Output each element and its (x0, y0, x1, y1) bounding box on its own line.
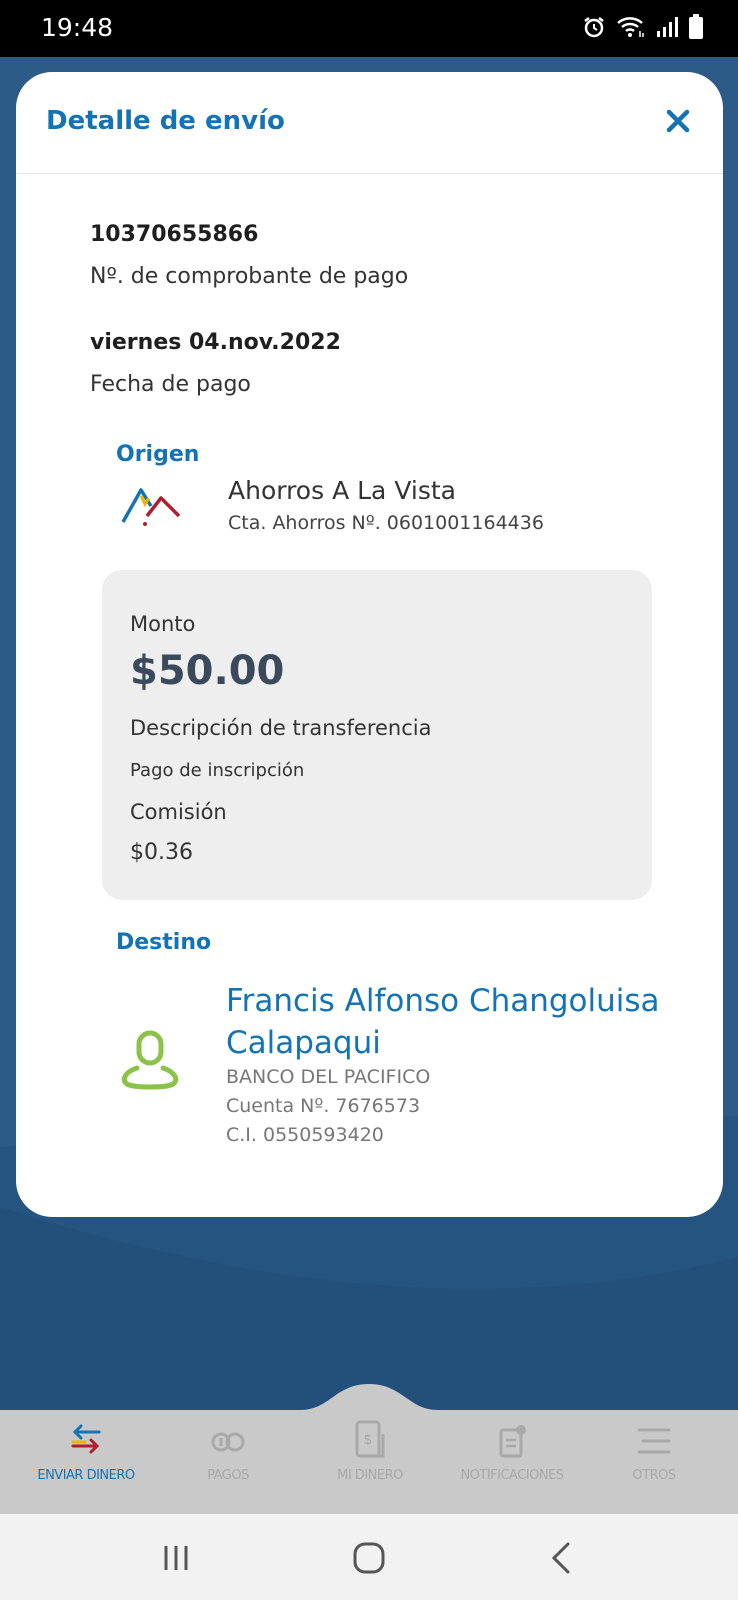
payments-icon (211, 1432, 245, 1452)
status-bar: 19:48 (0, 0, 738, 57)
phone-money-icon: $ (355, 1420, 385, 1458)
menu-icon (637, 1428, 671, 1454)
system-nav-bar (0, 1514, 738, 1600)
user-avatar-icon (119, 1030, 181, 1092)
origin-account-name: Ahorros A La Vista (228, 476, 456, 505)
amount-label: Monto (130, 612, 196, 636)
svg-text:$: $ (364, 1432, 373, 1448)
shipment-detail-modal: Detalle de envío 10370655866 Nº. de comp… (16, 72, 723, 1217)
status-icons (582, 14, 704, 44)
destination-name: Francis Alfonso Changoluisa Calapaqui (226, 983, 660, 1061)
payment-date-label: Fecha de pago (90, 372, 251, 397)
signal-icon (656, 15, 678, 43)
destination-title: Destino (116, 930, 212, 955)
nav-label: MI DINERO (337, 1468, 403, 1483)
nav-label: OTROS (632, 1468, 676, 1483)
description-label: Descripción de transferencia (130, 716, 432, 740)
origin-account-number: Cta. Ahorros Nº. 0601001164436 (228, 512, 544, 534)
nav-payments[interactable]: PAGOS (158, 1420, 298, 1500)
nav-label: PAGOS (207, 1468, 249, 1483)
destination-account: Cuenta Nº. 7676573 (226, 1095, 421, 1117)
payment-date: viernes 04.nov.2022 (90, 330, 341, 355)
origin-title: Origen (116, 442, 200, 467)
nav-label: NOTIFICACIONES (460, 1468, 564, 1483)
notifications-icon (499, 1425, 526, 1458)
nav-my-money[interactable]: $ MI DINERO (300, 1420, 440, 1500)
bank-logo-icon (119, 482, 183, 530)
amount-box: Monto $50.00 Descripción de transferenci… (102, 570, 652, 900)
description-value: Pago de inscripción (130, 760, 305, 781)
nav-notifications[interactable]: NOTIFICACIONES (442, 1420, 582, 1500)
nav-label: ENVIAR DINERO (37, 1468, 135, 1483)
transfer-arrows-icon (71, 1424, 101, 1454)
voucher-label: Nº. de comprobante de pago (90, 264, 409, 289)
modal-title: Detalle de envío (46, 106, 285, 136)
alarm-icon (582, 15, 606, 43)
back-icon[interactable] (540, 1536, 584, 1580)
destination-bank: BANCO DEL PACIFICO (226, 1066, 431, 1088)
nav-send-money[interactable]: ENVIAR DINERO (16, 1420, 156, 1500)
voucher-number: 10370655866 (90, 222, 259, 247)
wifi-icon (616, 15, 646, 43)
recent-apps-icon[interactable] (154, 1536, 198, 1580)
nav-others[interactable]: OTROS (584, 1420, 724, 1500)
home-icon[interactable] (347, 1536, 391, 1580)
amount-value: $50.00 (130, 648, 285, 694)
fee-label: Comisión (130, 800, 227, 824)
fee-value: $0.36 (130, 840, 193, 865)
destination-ci: C.I. 0550593420 (226, 1124, 384, 1146)
battery-icon (688, 14, 704, 44)
status-time: 19:48 (41, 13, 114, 42)
close-icon[interactable] (663, 106, 693, 136)
modal-header: Detalle de envío (16, 72, 723, 174)
